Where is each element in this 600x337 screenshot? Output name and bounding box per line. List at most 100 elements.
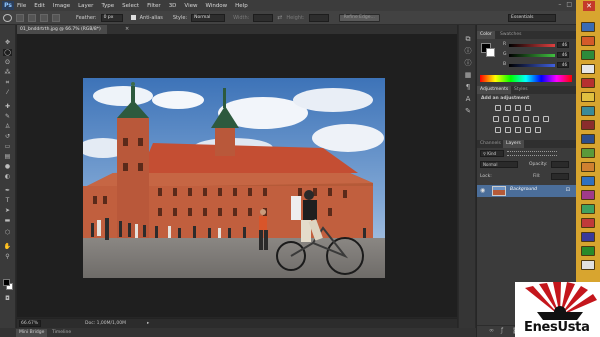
document-tab[interactable]: 01_bnddrtrth.jpg @ 66.7% (RGB/8*) [17,25,107,34]
brush-panel-icon[interactable]: ✎ [463,107,473,115]
blue-value[interactable]: 46 [557,62,569,68]
widget-icon[interactable] [581,162,595,172]
new-selection-icon[interactable] [16,13,24,22]
menu-edit[interactable]: Edit [34,3,45,9]
red-slider[interactable] [509,44,555,47]
levels-adjust-icon[interactable] [505,105,511,111]
close-icon[interactable]: × [125,25,129,34]
intersect-selection-icon[interactable] [52,13,60,22]
swatch-panel-icon[interactable]: ▦ [463,71,473,79]
foreground-color-swatch[interactable] [3,279,10,286]
threshold-adjust-icon[interactable] [515,127,521,133]
menu-select[interactable]: Select [122,3,139,9]
widget-icon[interactable] [581,64,595,74]
lasso-tool-icon[interactable]: ʘ [3,59,12,66]
tab-layers[interactable]: Layers [503,140,524,148]
opacity-input[interactable] [551,161,569,168]
menu-layer[interactable]: Layer [78,3,93,9]
hand-tool-icon[interactable]: ✋ [3,243,12,250]
shape-tool-icon[interactable]: ▬ [3,217,12,224]
widget-icon[interactable] [581,92,595,102]
workspace-select[interactable]: Essentials [508,14,556,22]
green-slider[interactable] [509,54,555,57]
maximize-icon[interactable]: □ [566,1,572,8]
widget-icon[interactable] [581,148,595,158]
background-swatch[interactable] [486,48,495,57]
widget-icon[interactable] [581,36,595,46]
gradient-tool-icon[interactable]: ▤ [3,153,12,160]
tab-channels[interactable]: Channels [477,140,504,148]
selective-color-adjust-icon[interactable] [535,127,541,133]
menu-image[interactable]: Image [53,3,70,9]
widget-icon[interactable] [581,176,595,186]
gradient-map-adjust-icon[interactable] [525,127,531,133]
zoom-level-field[interactable]: 66.67% [19,320,41,327]
channel-mixer-adjust-icon[interactable] [543,116,549,122]
minimize-icon[interactable]: – [558,1,561,8]
width-input[interactable] [253,13,274,22]
widget-icon[interactable] [581,22,595,32]
black-white-adjust-icon[interactable] [523,116,529,122]
path-select-tool-icon[interactable]: ➤ [3,207,12,214]
swap-dimensions-icon[interactable]: ⇄ [277,14,282,21]
menu-file[interactable]: File [17,3,26,9]
tab-mini-bridge[interactable]: Mini Bridge [16,329,48,337]
quick-mask-icon[interactable]: ◘ [3,295,12,302]
widget-icon[interactable] [581,190,595,200]
link-layers-icon[interactable]: ∞ [489,327,494,334]
layer-name[interactable]: Background [510,187,537,192]
height-input[interactable] [308,13,329,22]
history-panel-icon[interactable]: ⧉ [463,35,473,43]
style-select[interactable]: Normal [191,13,226,22]
widget-icon[interactable] [581,232,595,242]
widget-icon[interactable] [581,134,595,144]
photo-filter-adjust-icon[interactable] [533,116,539,122]
close-icon[interactable]: ✕ [583,1,595,11]
layer-filter-select[interactable]: ⚲ Kind [480,150,504,157]
elliptical-marquee-icon[interactable] [3,13,12,22]
tab-styles[interactable]: Styles [511,86,531,94]
tab-adjustments[interactable]: Adjustments [477,86,512,94]
layer-style-icon[interactable]: ƒ [501,327,503,334]
eraser-tool-icon[interactable]: ▭ [3,143,12,150]
red-value[interactable]: 46 [557,42,569,48]
menu-view[interactable]: View [184,3,197,9]
tab-swatches[interactable]: Swatches [497,31,525,39]
widget-icon[interactable] [581,246,595,256]
character-panel-icon[interactable]: A [463,95,473,103]
status-menu-icon[interactable]: ▸ [147,319,149,328]
eyedropper-tool-icon[interactable]: ⁄ [3,89,12,96]
tab-timeline[interactable]: Timeline [49,329,74,337]
properties-panel-icon[interactable]: ⓘ [463,47,473,55]
quick-select-tool-icon[interactable]: ⁂ [3,69,12,76]
move-tool-icon[interactable]: ✥ [3,39,12,46]
hue-saturation-adjust-icon[interactable] [503,116,509,122]
widget-icon[interactable] [581,260,595,270]
blue-slider[interactable] [509,64,555,67]
widget-icon[interactable] [581,106,595,116]
document-image[interactable] [83,78,385,278]
widget-icon[interactable] [581,120,595,130]
crop-tool-icon[interactable]: ⌗ [3,79,12,86]
tab-color[interactable]: Color [477,31,495,39]
brightness-adjust-icon[interactable] [495,105,501,111]
dodge-tool-icon[interactable]: ◐ [3,173,12,180]
invert-adjust-icon[interactable] [495,127,501,133]
green-value[interactable]: 46 [557,52,569,58]
widget-icon[interactable] [581,218,595,228]
menu-filter[interactable]: Filter [147,3,161,9]
color-balance-adjust-icon[interactable] [513,116,519,122]
clone-stamp-tool-icon[interactable]: ♙ [3,123,12,130]
visibility-eye-icon[interactable]: ◉ [480,187,485,194]
feather-input[interactable]: 0 px [100,13,123,22]
3d-tool-icon[interactable]: ⬡ [3,229,12,236]
blur-tool-icon[interactable]: ● [3,163,12,170]
vibrance-adjust-icon[interactable] [493,116,499,122]
curves-adjust-icon[interactable] [515,105,521,111]
refine-edge-button[interactable]: Refine Edge... [338,13,380,22]
layer-row-background[interactable]: ◉ Background ⊡ [477,185,576,197]
menu-type[interactable]: Type [101,3,114,9]
info-panel-icon[interactable]: ⓘ [463,59,473,67]
blend-mode-select[interactable]: Normal [480,161,518,168]
menu-help[interactable]: Help [235,3,248,9]
